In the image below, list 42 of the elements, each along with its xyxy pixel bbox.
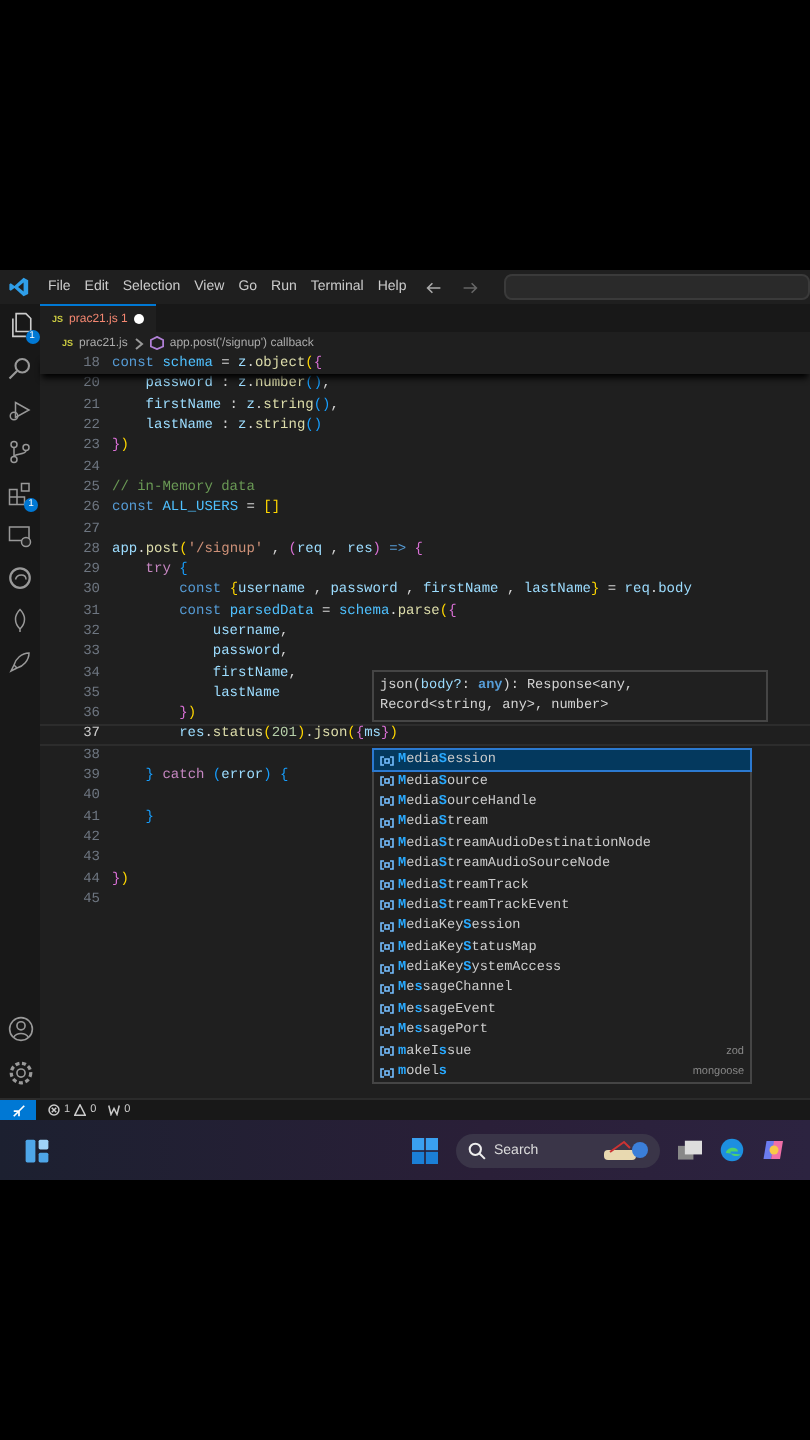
back-arrow-icon[interactable]	[426, 279, 443, 295]
forward-arrow-icon[interactable]	[462, 279, 479, 295]
search-icon[interactable]	[8, 356, 32, 380]
browser-swirl-icon[interactable]	[8, 566, 32, 590]
warning-icon	[74, 1104, 87, 1116]
error-icon	[48, 1104, 60, 1116]
edge-browser-icon[interactable]	[720, 1138, 744, 1162]
chevron-icon	[133, 337, 144, 349]
variable-icon	[380, 1067, 394, 1078]
settings-icon[interactable]	[7, 1060, 33, 1086]
command-center-field[interactable]	[504, 274, 810, 300]
variable-icon	[380, 817, 394, 828]
account-icon[interactable]	[7, 1016, 33, 1042]
variable-icon	[380, 1004, 394, 1015]
variable-icon	[380, 880, 394, 891]
extensions-icon[interactable]	[8, 482, 32, 506]
variable-icon	[380, 796, 394, 807]
widgets-icon[interactable]	[24, 1137, 50, 1163]
run-debug-icon[interactable]	[8, 398, 32, 422]
method-cube-icon	[149, 336, 164, 350]
remote-arrows-icon	[11, 1103, 25, 1117]
variable-icon	[380, 838, 394, 849]
variable-icon	[380, 963, 394, 974]
variable-icon	[380, 1025, 394, 1036]
start-windows-icon[interactable]	[412, 1137, 438, 1163]
code-editor-logo-icon	[8, 276, 30, 298]
files-icon[interactable]	[7, 312, 33, 338]
variable-icon	[380, 983, 394, 994]
variable-icon	[380, 859, 394, 870]
search-highlight-drawing	[604, 1140, 648, 1160]
search-icon	[468, 1141, 486, 1159]
remote-monitor-icon[interactable]	[8, 524, 32, 548]
variable-icon	[380, 755, 394, 766]
copilot-icon[interactable]	[762, 1138, 786, 1162]
variable-icon	[380, 921, 394, 932]
variable-icon	[380, 942, 394, 953]
remote-button[interactable]	[0, 1100, 36, 1120]
task-view-icon[interactable]	[678, 1139, 702, 1161]
variable-icon	[380, 1046, 394, 1057]
variable-icon	[380, 776, 394, 787]
source-control-icon[interactable]	[8, 440, 32, 464]
variable-icon	[380, 900, 394, 911]
